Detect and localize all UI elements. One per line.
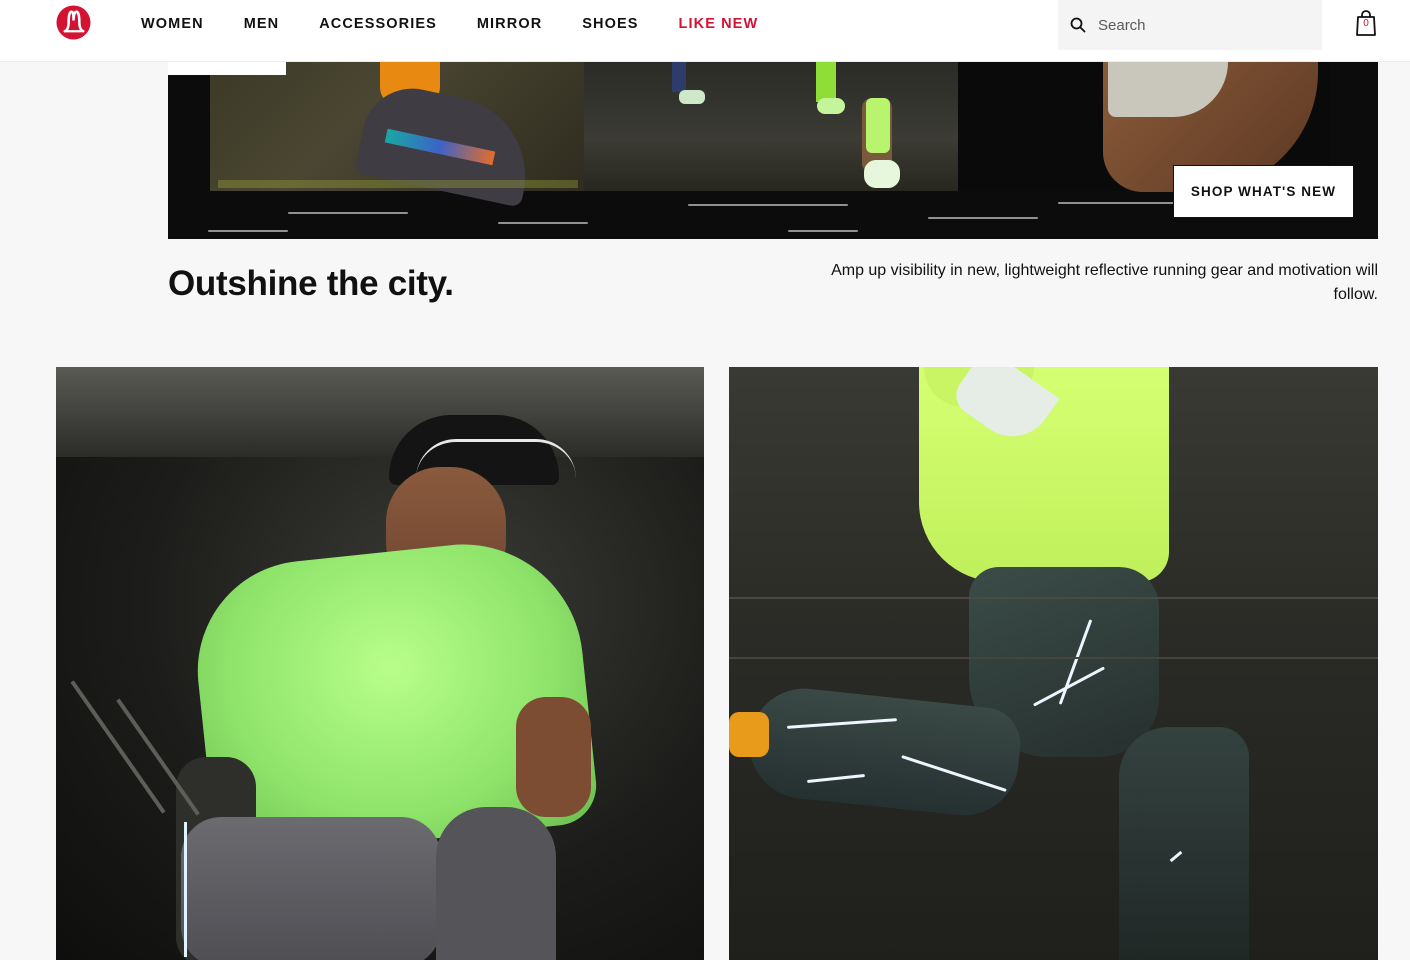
search-input[interactable] (1098, 16, 1298, 34)
hero-overlay-tab (168, 62, 286, 75)
nav-item-men[interactable]: MEN (244, 16, 280, 32)
section-subcopy: Amp up visibility in new, lightweight re… (831, 262, 1378, 303)
search-icon[interactable] (1070, 17, 1086, 33)
main-nav: WOMEN MEN ACCESSORIES MIRROR SHOES LIKE … (141, 16, 798, 32)
hero-image-shoes (210, 62, 584, 208)
hero-image-legs (584, 62, 958, 191)
nav-item-accessories[interactable]: ACCESSORIES (319, 16, 437, 32)
section-headline: Outshine the city. (168, 264, 454, 303)
bag-count-badge: 0 (1363, 18, 1369, 29)
lululemon-logo-icon[interactable] (56, 5, 91, 40)
nav-item-like-new[interactable]: LIKE NEW (679, 16, 759, 32)
shopping-bag-button[interactable]: 0 (1354, 9, 1378, 37)
nav-item-women[interactable]: WOMEN (141, 16, 204, 32)
search-box[interactable] (1058, 0, 1322, 50)
site-header: WOMEN MEN ACCESSORIES MIRROR SHOES LIKE … (0, 0, 1410, 62)
product-tile-lime-tee[interactable] (56, 367, 704, 960)
nav-item-shoes[interactable]: SHOES (582, 16, 638, 32)
shop-whats-new-button[interactable]: SHOP WHAT'S NEW (1173, 165, 1354, 218)
nav-item-mirror[interactable]: MIRROR (477, 16, 542, 32)
product-tile-reflective-tights[interactable] (729, 367, 1378, 960)
